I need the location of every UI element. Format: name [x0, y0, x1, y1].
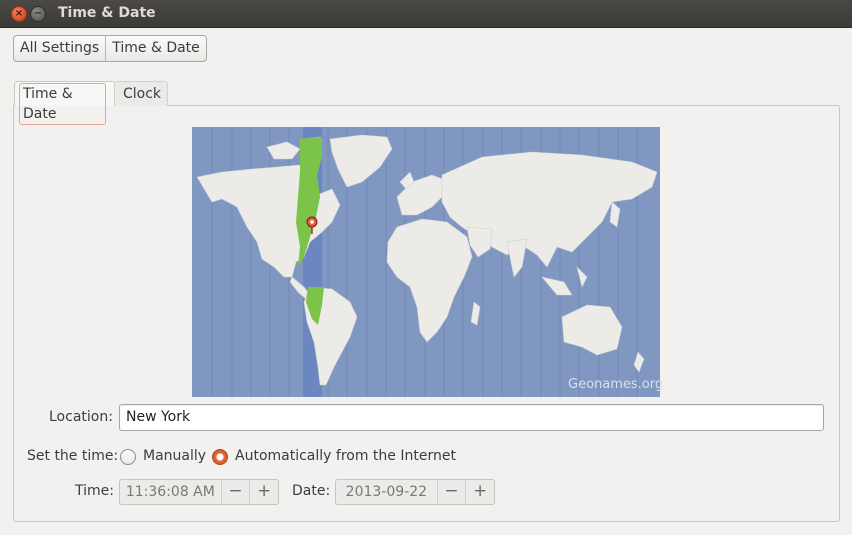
map-credit: Geonames.org	[568, 377, 664, 392]
window-title: Time & Date	[58, 5, 156, 21]
tab-time-date-label: Time & Date	[19, 83, 106, 125]
time-label: Time:	[75, 483, 114, 499]
title-bar: × − Time & Date	[0, 0, 852, 28]
breadcrumb: All Settings Time & Date	[13, 35, 207, 62]
time-decrement-button[interactable]: −	[220, 480, 250, 504]
date-value[interactable]: 2013-09-22	[336, 480, 437, 504]
timezone-map[interactable]	[192, 127, 660, 397]
date-increment-button[interactable]: +	[465, 480, 494, 504]
manually-radio-label[interactable]: Manually	[143, 448, 206, 464]
automatic-radio-label[interactable]: Automatically from the Internet	[235, 448, 456, 464]
tab-clock[interactable]: Clock	[114, 81, 168, 106]
time-value[interactable]: 11:36:08 AM	[120, 480, 221, 504]
time-increment-button[interactable]: +	[249, 480, 278, 504]
breadcrumb-all-settings[interactable]: All Settings	[14, 36, 105, 61]
location-input[interactable]: New York	[119, 404, 824, 431]
tab-time-date[interactable]: Time & Date	[14, 81, 115, 125]
date-label: Date:	[292, 483, 331, 499]
automatic-radio[interactable]	[212, 449, 228, 465]
minimize-icon[interactable]: −	[30, 6, 46, 22]
breadcrumb-time-date[interactable]: Time & Date	[105, 36, 206, 61]
close-icon[interactable]: ×	[11, 6, 27, 22]
manually-radio[interactable]	[120, 449, 136, 465]
date-spinner[interactable]: 2013-09-22 − +	[335, 479, 495, 505]
location-label: Location:	[49, 409, 113, 425]
date-decrement-button[interactable]: −	[436, 480, 466, 504]
set-time-label: Set the time:	[27, 448, 119, 464]
time-spinner[interactable]: 11:36:08 AM − +	[119, 479, 279, 505]
